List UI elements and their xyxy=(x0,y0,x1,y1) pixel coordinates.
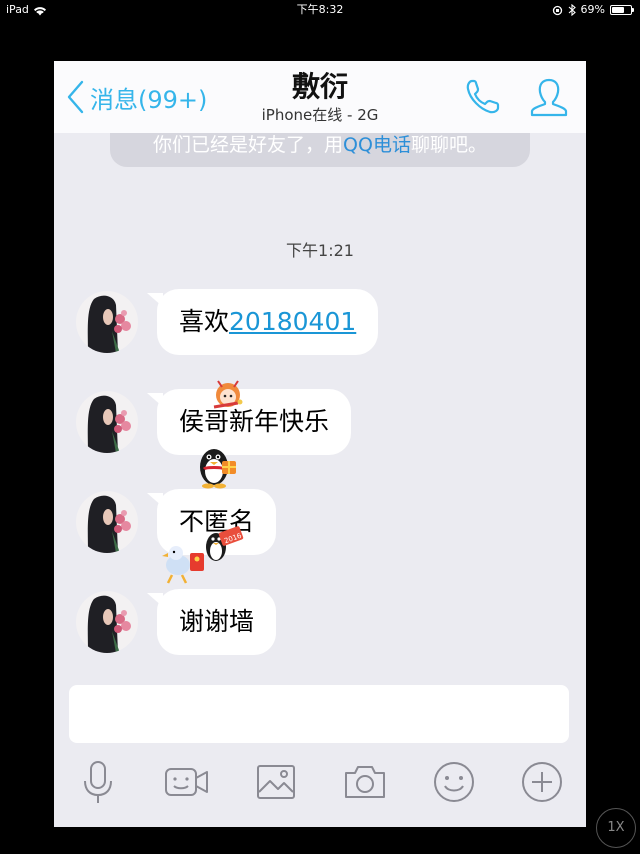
battery-percent: 69% xyxy=(580,3,605,16)
message-text: 侯哥新年快乐 xyxy=(179,407,330,436)
message-bubble[interactable]: 侯哥新年快乐 xyxy=(146,389,352,455)
message-timestamp: 下午1:21 xyxy=(286,241,354,260)
message-bubble[interactable]: 喜欢20180401 xyxy=(146,289,379,355)
camera-icon[interactable] xyxy=(342,759,388,805)
qq-penguin-gift-sticker-icon xyxy=(200,449,236,489)
contact-status: iPhone在线 - 2G xyxy=(261,106,379,124)
contact-profile-icon[interactable] xyxy=(528,75,570,119)
avatar-image xyxy=(76,591,138,653)
message-number-link[interactable]: 20180401 xyxy=(229,307,356,336)
notice-text-end: 聊聊吧。 xyxy=(410,134,487,156)
bluetooth-icon xyxy=(568,4,576,16)
message-text: 喜欢 xyxy=(179,307,230,336)
qq-call-link[interactable]: QQ电话 xyxy=(343,134,411,156)
emoji-icon[interactable] xyxy=(431,759,477,805)
phone-call-icon[interactable] xyxy=(462,75,504,119)
avatar-image xyxy=(76,491,138,553)
message-input[interactable] xyxy=(69,685,569,743)
friend-notice: 你们已经是好友了，用QQ电话聊聊吧。 xyxy=(110,133,530,167)
duck-red-envelope-sticker-icon xyxy=(162,546,204,584)
contact-name: 敷衍 xyxy=(291,70,348,103)
replay-speed-badge[interactable]: 1X xyxy=(596,808,636,848)
battery-icon xyxy=(610,5,634,15)
plus-icon[interactable] xyxy=(519,759,565,805)
orientation-lock-icon xyxy=(552,5,563,16)
chat-toolbar xyxy=(54,749,586,827)
avatar-image xyxy=(76,291,138,353)
message-bubble[interactable]: 谢谢墙 xyxy=(146,589,277,655)
video-call-icon[interactable] xyxy=(164,759,210,805)
avatar-image xyxy=(76,391,138,453)
contact-avatar[interactable] xyxy=(76,391,138,453)
image-icon[interactable] xyxy=(253,759,299,805)
contact-avatar[interactable] xyxy=(76,291,138,353)
back-button[interactable]: 消息(99+) xyxy=(64,79,207,115)
notice-text: 你们已经是好友了，用 xyxy=(153,134,344,156)
contact-avatar[interactable] xyxy=(76,491,138,553)
status-time: 下午8:32 xyxy=(296,3,344,16)
microphone-icon[interactable] xyxy=(75,759,121,805)
chat-title: 敷衍 iPhone在线 - 2G xyxy=(220,69,420,125)
chevron-left-icon xyxy=(67,80,84,114)
firecracker-kid-sticker-icon xyxy=(213,380,243,409)
nav-bar: 消息(99+) 敷衍 iPhone在线 - 2G xyxy=(54,61,586,133)
back-label: 消息(99+) xyxy=(90,85,208,114)
chat-screen: 消息(99+) 敷衍 iPhone在线 - 2G 你们已经是好友了，用QQ电话聊… xyxy=(54,61,586,827)
status-bar: iPad 下午8:32 69% xyxy=(0,0,640,20)
message-text: 谢谢墙 xyxy=(179,607,255,636)
contact-avatar[interactable] xyxy=(76,591,138,653)
